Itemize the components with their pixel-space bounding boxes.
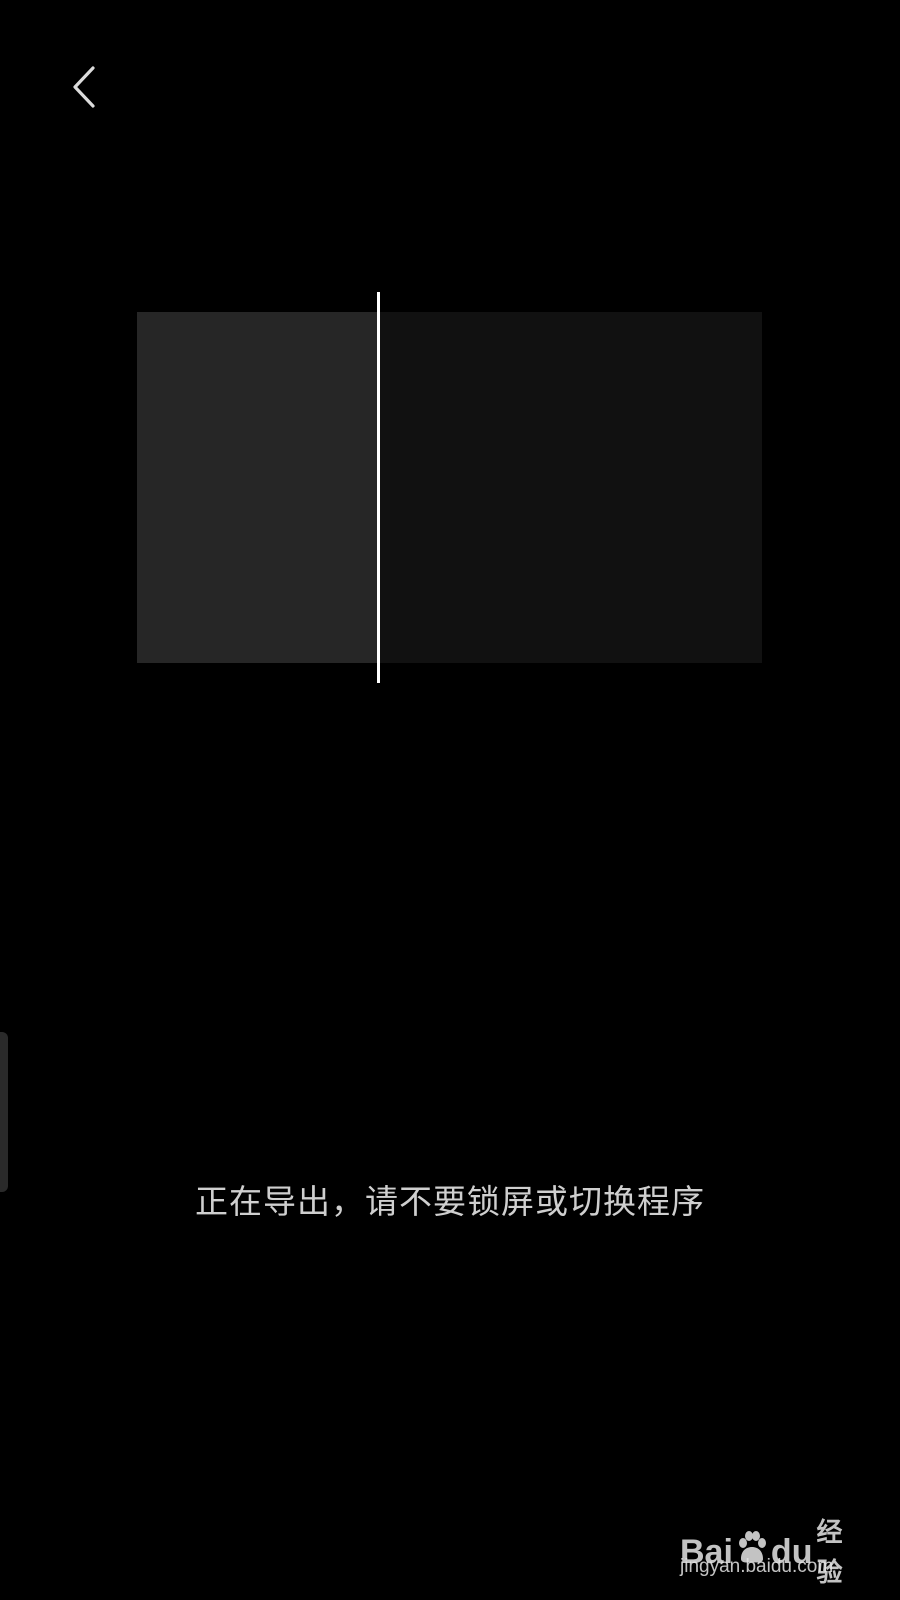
side-edge-handle[interactable] (0, 1032, 8, 1192)
watermark-brand-cn: 经验 (816, 1517, 843, 1587)
chevron-left-icon (69, 65, 99, 109)
baidu-jingyan-watermark: Bai du 经验 jingyan.baidu.com (680, 1494, 850, 1587)
export-progress-fill (137, 312, 378, 663)
back-button[interactable] (62, 62, 106, 112)
watermark-url: jingyan.baidu.com (680, 1556, 834, 1577)
export-preview (137, 312, 762, 663)
watermark-logo: Bai du 经验 (680, 1512, 850, 1592)
export-playhead (376, 292, 380, 683)
export-status-text: 正在导出，请不要锁屏或切换程序 (195, 1182, 705, 1221)
